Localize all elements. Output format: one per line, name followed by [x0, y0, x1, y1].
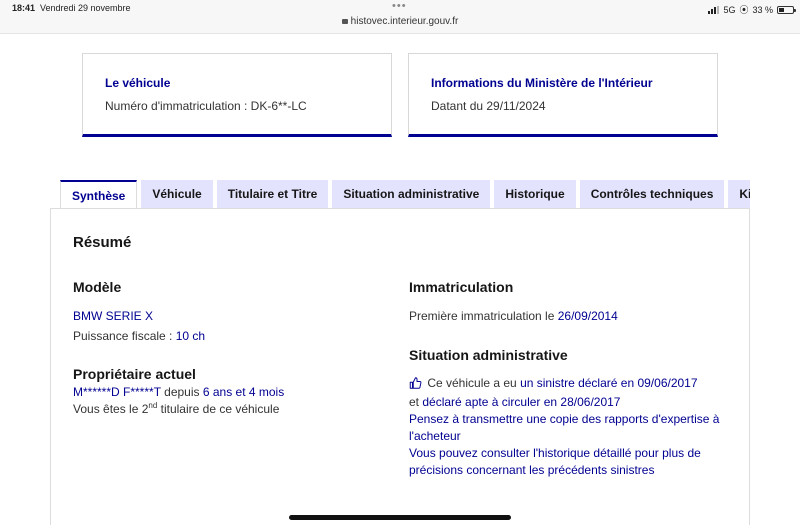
address-bar[interactable]: histovec.interieur.gouv.fr	[0, 16, 800, 27]
more-dots-icon[interactable]: •••	[392, 0, 407, 12]
summary-title: Résumé	[73, 234, 132, 251]
network-type: 5G	[723, 4, 736, 15]
battery-percent: 33 %	[752, 4, 773, 15]
admin-situation-heading: Situation administrative	[409, 347, 568, 363]
vehicle-card: Le véhicule Numéro d'immatriculation : D…	[82, 53, 392, 137]
tab-synthese[interactable]: Synthèse	[60, 180, 138, 208]
vehicle-card-title: Le véhicule	[105, 76, 171, 90]
thumbs-up-icon	[409, 377, 422, 389]
home-indicator[interactable]	[289, 515, 511, 520]
owner-name: M******D F*****T	[73, 385, 161, 399]
admin-line1-prefix: Ce véhicule a eu	[424, 376, 521, 390]
admin-line2-prefix: et	[409, 395, 423, 409]
owner-line: M******D F*****T depuis 6 ans et 4 mois	[73, 385, 284, 399]
model-heading: Modèle	[73, 279, 122, 295]
owner-rank-sup: nd	[148, 401, 158, 410]
date: Vendredi 29 novembre	[40, 3, 131, 13]
tab-controles-techniques[interactable]: Contrôles techniques	[579, 180, 725, 208]
owner-since-label: depuis	[160, 385, 203, 399]
sinistre-link[interactable]: un sinistre déclaré en 09/06/2017	[520, 376, 697, 390]
model-value: BMW SERIE X	[73, 309, 154, 323]
report-tabs: Synthèse Véhicule Titulaire et Titre Sit…	[60, 180, 750, 208]
first-registration-label: Première immatriculation le	[409, 309, 558, 323]
owner-heading: Propriétaire actuel	[73, 366, 196, 382]
tab-historique[interactable]: Historique	[494, 180, 576, 208]
first-registration: Première immatriculation le 26/09/2014	[409, 309, 618, 323]
owner-rank-prefix: Vous êtes le 2	[73, 402, 149, 416]
fiscal-power-label: Puissance fiscale :	[73, 329, 176, 343]
first-registration-date: 26/09/2014	[557, 309, 618, 323]
registration-heading: Immatriculation	[409, 279, 514, 295]
synthese-panel: Résumé Modèle BMW SERIE X Puissance fisc…	[50, 208, 750, 525]
tab-titulaire[interactable]: Titulaire et Titre	[216, 180, 329, 208]
history-advice-line1[interactable]: Vous pouvez consulter l'historique détai…	[409, 446, 701, 460]
status-icons: 5G ⦿ 33 %	[708, 3, 796, 16]
registration-number: Numéro d'immatriculation : DK-6**-LC	[105, 99, 307, 113]
url-text: histovec.interieur.gouv.fr	[350, 16, 459, 27]
battery-icon	[777, 5, 796, 14]
signal-icon	[708, 5, 720, 14]
fiscal-power: Puissance fiscale : 10 ch	[73, 329, 205, 343]
clock: 18:41	[12, 3, 36, 13]
apte-circuler-link[interactable]: déclaré apte à circuler en 28/06/2017	[422, 395, 620, 409]
ministry-card-title: Informations du Ministère de l'Intérieur	[431, 76, 653, 90]
owner-since-value: 6 ans et 4 mois	[202, 385, 285, 399]
tab-kilometrage[interactable]: Kilo	[728, 180, 750, 208]
admin-line-apte: et déclaré apte à circuler en 28/06/2017	[409, 395, 620, 409]
tab-vehicule[interactable]: Véhicule	[141, 180, 213, 208]
owner-rank: Vous êtes le 2nd titulaire de ce véhicul…	[73, 401, 279, 416]
expertise-advice-line1[interactable]: Pensez à transmettre une copie des rappo…	[409, 412, 719, 426]
tab-situation-administrative[interactable]: Situation administrative	[332, 180, 491, 208]
history-advice-line2[interactable]: précisions concernant les précédents sin…	[409, 463, 654, 477]
browser-status-bar: 18:41 Vendredi 29 novembre ••• histovec.…	[0, 0, 800, 34]
location-icon: ⦿	[739, 5, 749, 15]
data-date: Datant du 29/11/2024	[431, 99, 546, 113]
expertise-advice-line2[interactable]: l'acheteur	[409, 429, 461, 443]
fiscal-power-value: 10 ch	[175, 329, 206, 343]
owner-rank-suffix: titulaire de ce véhicule	[157, 402, 280, 416]
ministry-card: Informations du Ministère de l'Intérieur…	[408, 53, 718, 137]
lock-icon	[341, 19, 348, 24]
admin-line-sinistre: Ce véhicule a eu un sinistre déclaré en …	[409, 376, 698, 390]
